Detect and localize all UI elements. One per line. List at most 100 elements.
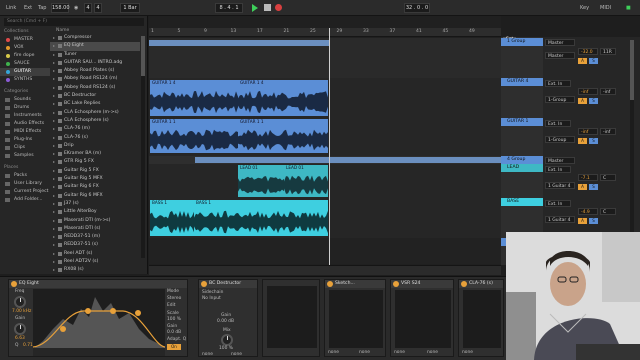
master-route-label[interactable]: Master (545, 52, 575, 59)
clip-bass-b[interactable]: BASS 1 (194, 200, 328, 236)
device-header[interactable]: CLA-76 (s) (459, 280, 503, 288)
browser-list-item[interactable]: ▸ BC Lake Replies (50, 100, 140, 108)
expand-arrow-icon[interactable]: ▸ (53, 34, 55, 42)
browser-list-item[interactable]: ▸ Reel ADT2V (s) (50, 258, 140, 266)
expand-arrow-icon[interactable]: ▸ (53, 125, 55, 133)
output-route-select[interactable]: Master (545, 39, 575, 46)
expand-arrow-icon[interactable]: ▸ (53, 59, 55, 67)
playhead[interactable] (329, 28, 330, 266)
group-4-summary-clip[interactable] (195, 157, 501, 163)
place-item[interactable]: User Library (0, 180, 50, 188)
eq-q-value[interactable]: 0.71 (23, 343, 33, 348)
track-activator-button[interactable]: A (578, 218, 587, 224)
clip-lead-a[interactable]: LEAD 01 (238, 165, 284, 197)
output-route-select[interactable]: 1 Guitar 4 (545, 182, 575, 189)
browser-list-item[interactable]: ▸ REDD37-51 (m) (50, 233, 140, 241)
bar-ruler[interactable]: 1 5 9 13 17 21 25 29 33 37 41 45 49 (149, 28, 501, 37)
device-empty-slot-1[interactable] (262, 279, 320, 357)
loop-length[interactable]: 32 . 0 . 0 (404, 3, 430, 13)
eq-scale-value[interactable]: 100 % (167, 317, 181, 322)
expand-arrow-icon[interactable]: ▸ (53, 250, 55, 258)
stop-icon[interactable] (264, 4, 271, 11)
macro-none-1[interactable]: none (328, 350, 339, 355)
track-solo-button[interactable]: S (589, 98, 598, 104)
collection-item[interactable]: VOX (0, 44, 50, 52)
tempo-field[interactable]: 158.00 (51, 3, 70, 13)
expand-arrow-icon[interactable]: ▸ (53, 92, 55, 100)
device-cla-76[interactable]: CLA-76 (s) none (458, 279, 504, 357)
metronome-icon[interactable]: ◉ (74, 4, 78, 12)
output-route-select[interactable]: 1-Group (545, 96, 575, 103)
browser-list-item[interactable]: ▸ CLA Echosphere (m->s) (50, 109, 140, 117)
track-solo-button[interactable]: S (589, 184, 598, 190)
key-map-button[interactable]: Key (580, 4, 589, 12)
destructor-gain-value[interactable]: 0.00 dB (217, 319, 234, 324)
expand-arrow-icon[interactable]: ▸ (53, 150, 55, 158)
midi-map-button[interactable]: MIDI (600, 4, 611, 12)
clip-lead-b[interactable]: LEAD 01 (284, 165, 328, 197)
macro-none-1[interactable]: none (202, 352, 213, 357)
browser-list-item[interactable]: ▸ CLA-76 (s) (50, 134, 140, 142)
track-activator-button[interactable]: A (578, 138, 587, 144)
expand-arrow-icon[interactable]: ▸ (53, 158, 55, 166)
output-route-select[interactable]: 1 Guitar 4 (545, 216, 575, 223)
track-activator-button[interactable]: A (578, 98, 587, 104)
arrangement-footer-ruler[interactable] (149, 265, 501, 275)
sidechain-input-select[interactable]: No Input (202, 296, 221, 301)
eq-display[interactable] (33, 289, 165, 351)
browser-list-item[interactable]: ▸ RX08 (s) (50, 266, 140, 274)
category-item[interactable]: MIDI Effects (0, 128, 50, 136)
category-item[interactable]: Audio Effects (0, 120, 50, 128)
collection-item[interactable]: SAUCE (0, 60, 50, 68)
input-type-select[interactable]: Ext. In (545, 120, 571, 127)
clip-guitar1-b[interactable]: GUITAR 1 1 (238, 119, 328, 153)
expand-arrow-icon[interactable]: ▸ (53, 183, 55, 191)
category-item[interactable]: Sounds (0, 96, 50, 104)
macro-none-2[interactable]: none (427, 350, 438, 355)
track-header[interactable]: 4 Group (501, 156, 543, 164)
expand-arrow-icon[interactable]: ▸ (53, 51, 55, 59)
expand-arrow-icon[interactable]: ▸ (53, 117, 55, 125)
browser-list-item[interactable]: ▸ Guitar Rig 5 FX (50, 167, 140, 175)
browser-list-item[interactable]: ▸ Abbey Road RS124 (m) (50, 75, 140, 83)
collection-item[interactable]: GUITAR (0, 68, 50, 76)
track-activator-button[interactable]: A (578, 184, 587, 190)
eq-freq-value[interactable]: 7.00 kHz (12, 309, 31, 314)
browser-list-item[interactable]: ▸ CLA Echosphere (s) (50, 117, 140, 125)
track-solo-button[interactable]: S (589, 58, 598, 64)
track-volume[interactable]: -4.9 (578, 208, 598, 215)
device-header[interactable]: VSR S24 (391, 280, 453, 288)
eq-band-selector[interactable] (33, 348, 165, 356)
ext-button[interactable]: Ext (24, 4, 32, 12)
browser-list-item[interactable]: ▸ Guitar Rig 6 FX (50, 183, 140, 191)
track-pan[interactable]: C (600, 174, 616, 181)
browser-list-item[interactable]: ▸ Tuner (50, 51, 140, 59)
input-type-select[interactable]: Ext. In (545, 200, 571, 207)
browser-list-item[interactable]: ▸ EKramer BA (m) (50, 150, 140, 158)
track-pan[interactable]: -inf (600, 88, 616, 95)
browser-list-item[interactable]: ▸ Guitar Rig 6 MFX (50, 192, 140, 200)
track-pan[interactable]: -inf (600, 128, 616, 135)
quantize-select[interactable]: 1 Bar (120, 3, 140, 13)
browser-list-item[interactable]: ▸ J37 (s) (50, 200, 140, 208)
browser-list-item[interactable]: ▸ Drip (50, 142, 140, 150)
browser-search-input[interactable]: Search (Cmd + F) (4, 18, 144, 26)
collection-item[interactable]: SYNTHS (0, 76, 50, 84)
time-sig-numerator[interactable]: 4 (84, 3, 92, 13)
expand-arrow-icon[interactable]: ▸ (53, 200, 55, 208)
group-summary-clip[interactable] (149, 40, 329, 46)
track-volume[interactable]: -7.1 (578, 174, 598, 181)
browser-scrollbar[interactable] (141, 36, 145, 258)
expand-arrow-icon[interactable]: ▸ (53, 192, 55, 200)
expand-arrow-icon[interactable]: ▸ (53, 109, 55, 117)
expand-arrow-icon[interactable]: ▸ (53, 241, 55, 249)
browser-list-item[interactable]: ▸ CLA-76 (m) (50, 125, 140, 133)
track-volume[interactable]: -inf (578, 128, 598, 135)
record-icon[interactable] (275, 4, 282, 11)
expand-arrow-icon[interactable]: ▸ (53, 208, 55, 216)
macro-none-1[interactable]: none (394, 350, 405, 355)
macro-none-2[interactable]: none (231, 352, 242, 357)
expand-arrow-icon[interactable]: ▸ (53, 84, 55, 92)
clip-guitar4-b[interactable]: GUITAR 1 4 (238, 80, 328, 116)
category-item[interactable]: Clips (0, 144, 50, 152)
